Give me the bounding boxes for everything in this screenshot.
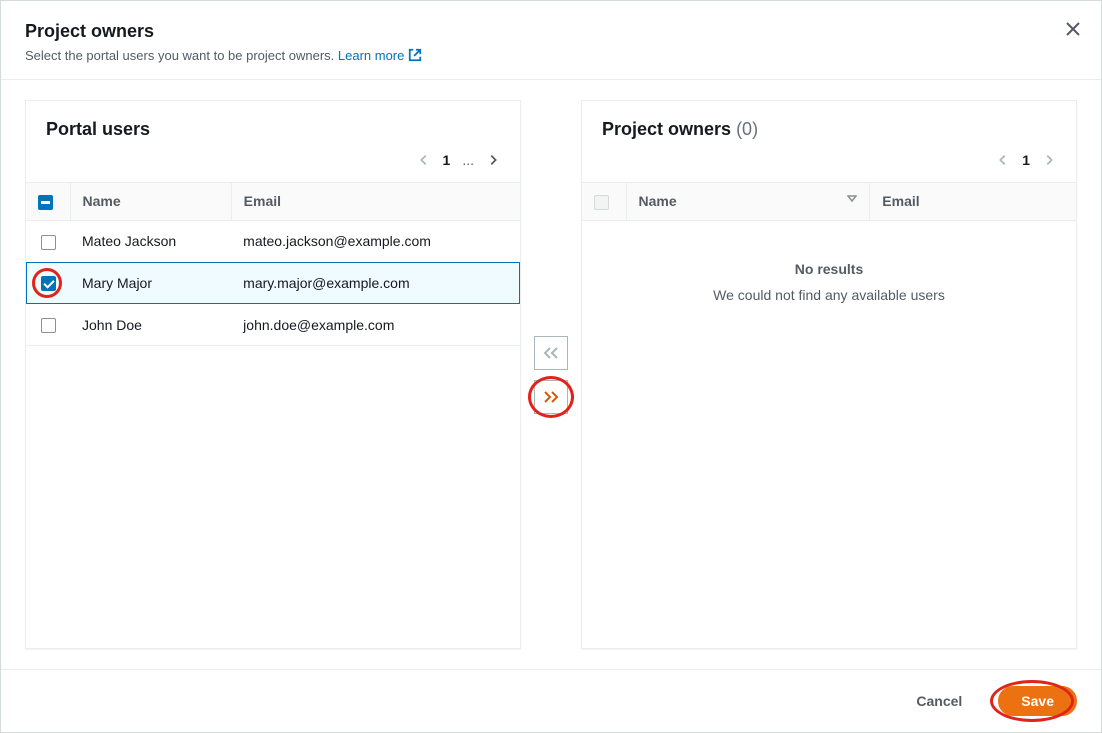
page-number[interactable]: 1 [443, 152, 451, 168]
cell-email: mateo.jackson@example.com [231, 220, 520, 262]
project-owners-pagination: 1 [582, 140, 1076, 182]
close-button[interactable] [1065, 21, 1081, 37]
learn-more-link[interactable]: Learn more [338, 48, 422, 63]
column-header-name[interactable]: Name [70, 183, 231, 221]
project-owners-table: Name Email [582, 182, 1076, 221]
project-owners-title: Project owners (0) [602, 119, 1056, 140]
external-link-icon [408, 48, 422, 62]
column-header-email[interactable]: Email [870, 183, 1076, 221]
column-header-name[interactable]: Name [626, 183, 870, 221]
empty-state: No results We could not find any availab… [582, 221, 1076, 648]
next-page-button[interactable] [486, 153, 500, 167]
column-header-email[interactable]: Email [231, 183, 520, 221]
dialog-header: Project owners Select the portal users y… [1, 1, 1101, 80]
table-row[interactable]: Mary Major mary.major@example.com [26, 262, 520, 304]
portal-users-pagination: 1 ... [26, 140, 520, 182]
move-right-button[interactable] [534, 380, 568, 414]
project-owners-dialog: Project owners Select the portal users y… [0, 0, 1102, 733]
chevron-double-left-icon [542, 346, 560, 360]
transfer-controls [521, 100, 581, 649]
project-owners-panel: Project owners (0) 1 Name Email No res [581, 100, 1077, 649]
row-checkbox[interactable] [41, 276, 56, 291]
portal-users-table: Name Email Mateo Jackson mateo.jackson@e… [26, 182, 520, 346]
row-checkbox[interactable] [41, 318, 56, 333]
save-button[interactable]: Save [998, 686, 1077, 716]
table-row[interactable]: John Doe john.doe@example.com [26, 304, 520, 346]
page-number[interactable]: 1 [1022, 152, 1030, 168]
cell-email: mary.major@example.com [231, 262, 520, 304]
next-page-button[interactable] [1042, 153, 1056, 167]
portal-users-panel: Portal users 1 ... Name Email [25, 100, 521, 649]
owners-count: (0) [736, 119, 758, 139]
portal-users-title: Portal users [46, 119, 500, 140]
cell-name: Mary Major [70, 262, 231, 304]
empty-subtitle: We could not find any available users [713, 287, 945, 303]
cancel-button[interactable]: Cancel [896, 687, 982, 715]
page-ellipsis: ... [462, 152, 474, 168]
cell-name: Mateo Jackson [70, 220, 231, 262]
sort-icon [847, 193, 857, 203]
row-checkbox[interactable] [41, 235, 56, 250]
empty-title: No results [795, 261, 863, 277]
prev-page-button[interactable] [996, 153, 1010, 167]
cell-name: John Doe [70, 304, 231, 346]
dialog-title: Project owners [25, 21, 1077, 42]
select-all-checkbox[interactable] [38, 195, 53, 210]
dialog-footer: Cancel Save [1, 669, 1101, 732]
move-left-button[interactable] [534, 336, 568, 370]
select-all-checkbox [594, 195, 609, 210]
prev-page-button[interactable] [417, 153, 431, 167]
table-row[interactable]: Mateo Jackson mateo.jackson@example.com [26, 220, 520, 262]
dialog-body: Portal users 1 ... Name Email [1, 80, 1101, 669]
dialog-subtitle: Select the portal users you want to be p… [25, 48, 1077, 63]
chevron-double-right-icon [542, 390, 560, 404]
cell-email: john.doe@example.com [231, 304, 520, 346]
